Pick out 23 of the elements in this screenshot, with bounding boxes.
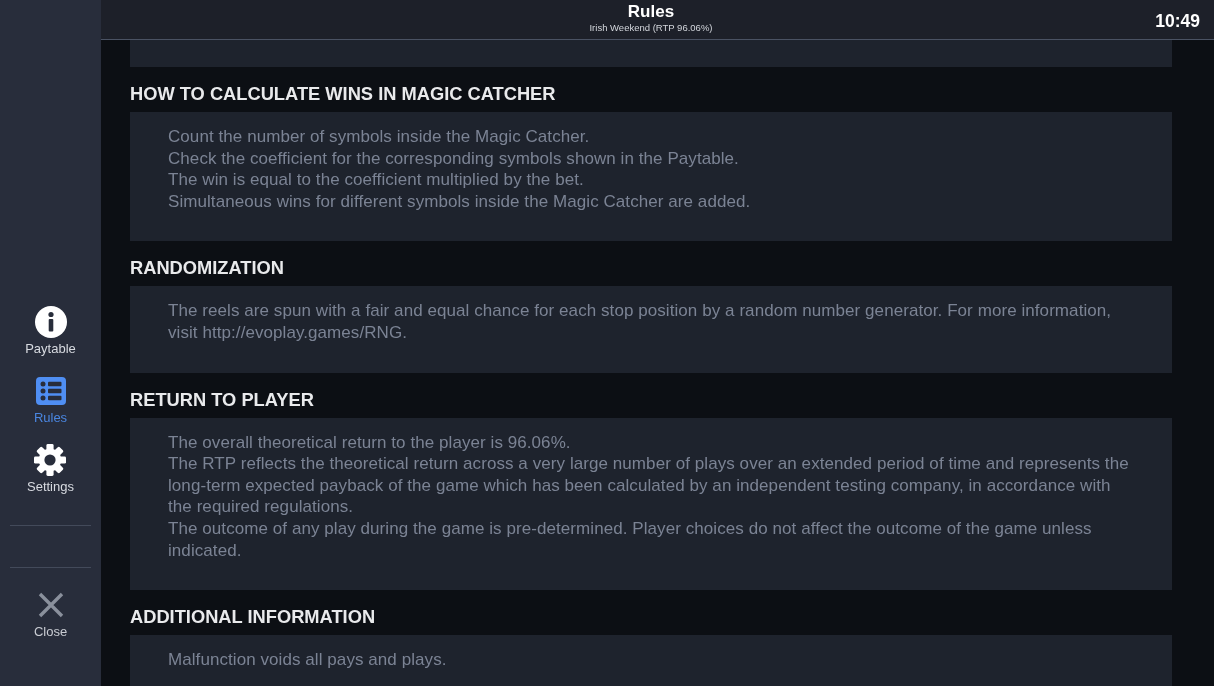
info-icon — [34, 306, 67, 338]
window-subtitle: Irish Weekend (RTP 96.06%) — [588, 22, 714, 33]
rule-text: Simultaneous wins for different symbols inside the Magic Catcher are added. — [168, 190, 752, 213]
rule-text: Malfunction voids all pays and plays. — [168, 649, 448, 671]
list-icon — [35, 377, 66, 405]
close-button[interactable]: Close — [33, 592, 68, 640]
rule-text: The overall theoretical return to the player is 96.06%. — [168, 431, 572, 454]
clock-time: 10:49 — [1155, 10, 1200, 31]
section-heading: RETURN TO PLAYER — [130, 387, 315, 412]
rule-text: Check the coefficient for the corresponding symbols shown in the Paytable. — [168, 147, 740, 170]
sidebar-tab[interactable]: Settings — [27, 444, 74, 495]
section-heading: ADDITIONAL INFORMATION — [130, 605, 377, 630]
close-icon — [37, 592, 64, 618]
sidebar-tab[interactable]: Rules — [33, 375, 68, 426]
rule-text: Count the number of symbols inside the Magic Catcher. — [168, 126, 591, 148]
rule-text: The RTP reflects the theoretical return across a very large number of plays over an extended period of time and represents the long-term expected payback of the game which has been calculated by an independent testing company, in accordance with the required regulations. — [168, 453, 1130, 518]
section-heading: HOW TO CALCULATE WINS IN MAGIC CATCHER — [130, 82, 557, 106]
rule-text: The win is equal to the coefficient multiplied by the bet. — [168, 169, 585, 191]
rule-text: The outcome of any play during the game is pre-determined. Player choices do not affect the outcome of the game unless indicated. — [168, 517, 1093, 562]
gear-icon — [34, 444, 67, 476]
rule-text: The reels are spun with a fair and equal chance for each stop position by a random number generator. For more information, visit http://evoplay.games/RNG. — [168, 300, 1113, 344]
section-heading: RANDOMIZATION — [130, 256, 285, 281]
sidebar-tab[interactable]: Paytable — [25, 306, 76, 357]
